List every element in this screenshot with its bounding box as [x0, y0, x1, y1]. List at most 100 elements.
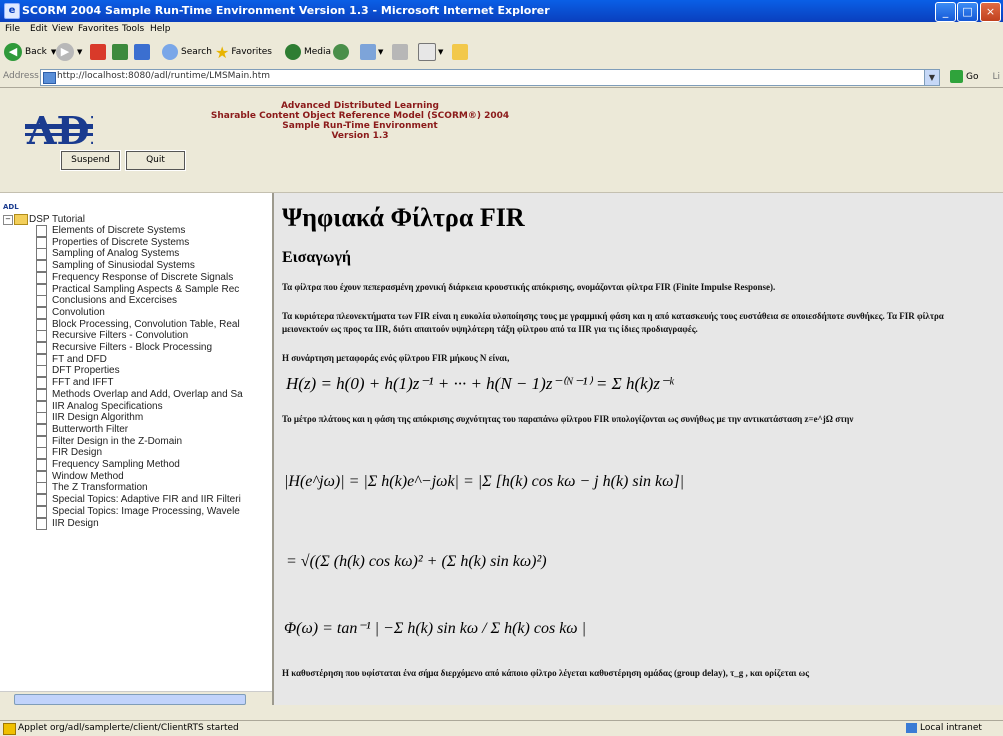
tree-item-label: IIR Analog Specifications: [52, 400, 163, 412]
back-button[interactable]: ◀ Back ▼: [4, 42, 56, 62]
tree-item-label: IIR Design Algorithm: [52, 412, 144, 424]
page-icon: [36, 447, 47, 460]
search-label: Search: [181, 47, 212, 57]
refresh-icon: [112, 44, 128, 60]
standard-toolbar: ◀ Back ▼ ▶ ▼ Search ★ Favorites Media ▼ …: [0, 38, 1003, 68]
page-icon: [36, 459, 47, 471]
edit-button[interactable]: ▼: [418, 42, 443, 62]
equation-transfer-function: H(z) = h(0) + h(1)z⁻¹ + ··· + h(N − 1)z⁻…: [286, 374, 674, 393]
window-title-bar[interactable]: e SCORM 2004 Sample Run-Time Environment…: [0, 0, 1003, 22]
search-icon: [162, 44, 178, 60]
paragraph-intro: Τα φίλτρα που έχουν πεπερασμένη χρονική …: [282, 282, 776, 292]
scrollbar-thumb[interactable]: [14, 694, 246, 705]
media-label: Media: [304, 47, 332, 57]
window-title: SCORM 2004 Sample Run-Time Environment V…: [22, 4, 550, 17]
paragraph-magnitude-phase: Το μέτρο πλάτους και η φάση της απόκριση…: [282, 414, 854, 424]
tree-item-label: Methods Overlap and Add, Overlap and Sa: [52, 388, 243, 400]
refresh-button[interactable]: [112, 42, 128, 62]
tree-item-label: Window Method: [52, 470, 124, 482]
tree-item-label: FT and DFD: [52, 353, 107, 365]
address-url[interactable]: http://localhost:8080/adl/runtime/LMSMai…: [57, 71, 270, 81]
page-icon: [36, 365, 47, 378]
print-button[interactable]: [392, 42, 408, 62]
menu-file[interactable]: File: [5, 24, 20, 34]
menu-help[interactable]: Help: [150, 24, 171, 34]
adl-small-logo: ADL: [3, 203, 19, 211]
history-button[interactable]: [333, 42, 349, 62]
tree-item-label: Practical Sampling Aspects & Sample Rec: [52, 283, 240, 295]
star-icon: ★: [215, 42, 230, 62]
maximize-button[interactable]: □: [957, 2, 978, 22]
tree-item-label: The Z Transformation: [52, 482, 148, 494]
page-icon: [36, 318, 47, 331]
suspend-button[interactable]: Suspend: [60, 150, 121, 171]
page-icon: [36, 400, 47, 413]
course-tree-panel[interactable]: ADL − DSP Tutorial Elements of Discrete …: [0, 193, 274, 705]
go-arrow-icon: [950, 70, 963, 83]
ie-app-icon: e: [4, 3, 20, 19]
page-icon: [36, 494, 47, 507]
page-icon: [36, 353, 47, 366]
mail-button[interactable]: ▼: [360, 42, 383, 62]
tree-item-label: Convolution: [52, 306, 105, 318]
back-label: Back: [25, 47, 47, 57]
messenger-button[interactable]: [452, 42, 468, 62]
stop-icon: [90, 44, 106, 60]
search-button[interactable]: Search: [162, 42, 212, 62]
tree-item-label: Filter Design in the Z-Domain: [52, 435, 183, 447]
equation-magnitude: |H(e^jω)| = |Σ h(k)e^−jωk| = |Σ [h(k) co…: [284, 473, 685, 490]
svg-text:ADL: ADL: [26, 108, 93, 148]
page-icon: [36, 225, 47, 237]
tree-item[interactable]: IIR Design: [36, 517, 99, 531]
page-icon: [43, 72, 56, 84]
page-icon: [36, 330, 47, 343]
chevron-down-icon[interactable]: ▼: [924, 70, 939, 85]
links-label[interactable]: Li: [992, 72, 1000, 82]
address-bar: Address http://localhost:8080/adl/runtim…: [0, 67, 1003, 88]
tree-root-dsp-tutorial[interactable]: DSP Tutorial: [29, 215, 85, 225]
tree-collapse-icon[interactable]: −: [3, 215, 13, 225]
page-icon: [36, 248, 47, 261]
menu-edit[interactable]: Edit: [30, 24, 47, 34]
go-button[interactable]: Go Li: [950, 70, 1000, 83]
page-icon: [36, 342, 47, 354]
status-bar: Applet org/adl/samplerte/client/ClientRT…: [0, 720, 1003, 736]
page-icon: [36, 517, 47, 530]
header-line-adl: Advanced Distributed Learning: [280, 101, 440, 111]
page-icon: [36, 388, 47, 401]
horizontal-scrollbar[interactable]: [0, 691, 272, 705]
menu-favorites[interactable]: Favorites: [78, 24, 119, 34]
minimize-button[interactable]: _: [935, 2, 956, 22]
forward-button[interactable]: ▶ ▼: [56, 42, 82, 62]
tree-item-label: Butterworth Filter: [52, 423, 129, 435]
tree-item-label: Recursive Filters - Block Processing: [52, 342, 213, 353]
equation-magnitude-sqrt: = √((Σ (h(k) cos kω)² + (Σ h(k) sin kω)²…: [286, 553, 547, 570]
close-button[interactable]: ×: [980, 2, 1001, 22]
edit-icon: [418, 43, 436, 61]
tree-item-label: FIR Design: [52, 447, 103, 459]
lesson-subtitle: Εισαγωγή: [282, 249, 352, 266]
tree-item-label: Recursive Filters - Convolution: [52, 330, 189, 342]
stop-button[interactable]: [90, 42, 106, 62]
tree-item-label: Elements of Discrete Systems: [52, 225, 186, 236]
chevron-down-icon: ▼: [378, 48, 384, 56]
folder-open-icon: [14, 214, 28, 225]
menu-tools[interactable]: Tools: [122, 24, 144, 34]
page-icon: [36, 283, 47, 296]
frame-bottom-border: [0, 705, 1003, 720]
page-icon: [36, 423, 47, 436]
favorites-button[interactable]: ★ Favorites: [215, 42, 272, 62]
tree-item-label: Sampling of Analog Systems: [52, 248, 180, 260]
menu-view[interactable]: View: [52, 24, 73, 34]
equation-phase: Φ(ω) = tan⁻¹ | −Σ h(k) sin kω / Σ h(k) c…: [284, 620, 586, 637]
quit-button[interactable]: Quit: [125, 150, 186, 171]
intranet-icon: [906, 723, 917, 733]
page-icon: [36, 470, 47, 483]
address-input[interactable]: http://localhost:8080/adl/runtime/LMSMai…: [40, 69, 940, 86]
header-line-version: Version 1.3: [331, 131, 389, 141]
media-icon: [285, 44, 301, 60]
media-button[interactable]: Media: [285, 42, 331, 62]
go-label: Go: [966, 71, 979, 82]
forward-arrow-icon: ▶: [56, 43, 74, 61]
home-button[interactable]: [134, 42, 150, 62]
